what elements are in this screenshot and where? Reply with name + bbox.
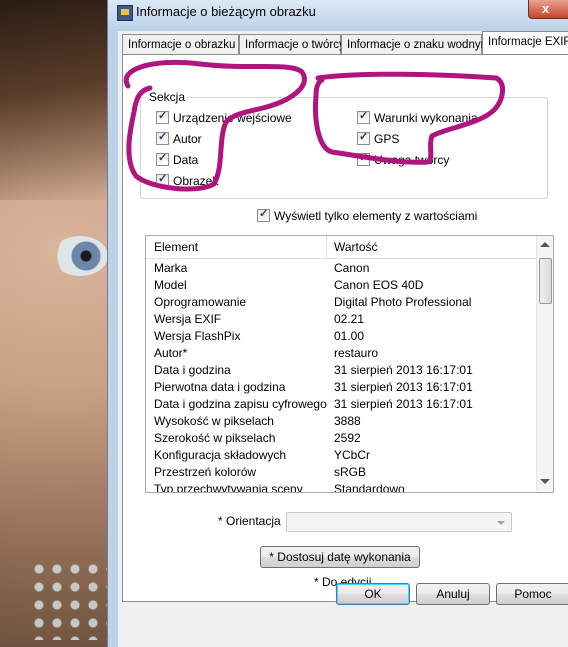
- row-value: 31 sierpień 2013 16:17:01: [334, 397, 473, 411]
- checkbox-image[interactable]: Obrazek: [156, 172, 219, 190]
- photo-eye: [52, 236, 108, 276]
- table-row[interactable]: Wysokość w pikselach 3888: [146, 413, 536, 430]
- table-row[interactable]: Szerokość w pikselach 2592: [146, 430, 536, 447]
- check-icon: [357, 130, 370, 145]
- table-row[interactable]: Data i godzina 31 sierpień 2013 16:17:01: [146, 362, 536, 379]
- dialog-window: Informacje o bieżącym obrazku x Informac…: [107, 0, 568, 647]
- exif-panel: Sekcja Urządzenie wejściowe Autor Data O…: [122, 54, 568, 602]
- table-row[interactable]: Model Canon EOS 40D: [146, 277, 536, 294]
- row-element: Marka: [154, 261, 188, 275]
- row-value: 2592: [334, 431, 361, 445]
- section-group: Sekcja Urządzenie wejściowe Autor Data O…: [140, 90, 548, 199]
- row-element: Szerokość w pikselach: [154, 431, 276, 445]
- tab-watermark-info[interactable]: Informacje o znaku wodnym: [341, 34, 490, 54]
- close-button[interactable]: x: [528, 0, 568, 19]
- checkbox-label: Data: [173, 153, 199, 167]
- checkbox-author[interactable]: Autor: [156, 130, 202, 148]
- check-icon: [257, 207, 270, 222]
- table-row[interactable]: Autor* restauro: [146, 345, 536, 362]
- row-element: Pierwotna data i godzina: [154, 380, 286, 394]
- exif-list[interactable]: Element Wartość Marka Canon Model Canon EOS…: [145, 235, 554, 493]
- table-row[interactable]: Wersja EXIF 02.21: [146, 311, 536, 328]
- row-element: Wersja FlashPix: [154, 329, 241, 343]
- table-row[interactable]: Marka Canon: [146, 260, 536, 277]
- checkbox-gps[interactable]: GPS: [357, 130, 400, 148]
- row-value: Standardowo: [334, 482, 405, 493]
- row-value: 02.21: [334, 312, 365, 326]
- photo-hair: [0, 0, 120, 200]
- dialog-client: Informacje o obrazku Informacje o twórcy…: [118, 31, 568, 647]
- row-element: Wysokość w pikselach: [154, 414, 274, 428]
- help-button[interactable]: Pomoc: [496, 583, 568, 605]
- close-icon: x: [542, 1, 550, 16]
- tab-image-info[interactable]: Informacje o obrazku: [122, 34, 239, 54]
- cancel-button[interactable]: Anuluj: [416, 583, 490, 605]
- orientation-select[interactable]: [286, 512, 512, 532]
- list-scrollbar[interactable]: [536, 236, 553, 491]
- ok-button[interactable]: OK: [336, 583, 410, 605]
- check-icon: [156, 109, 169, 124]
- row-value: 01.00: [334, 329, 365, 343]
- table-row[interactable]: Przestrzeń kolorów sRGB: [146, 464, 536, 481]
- table-row[interactable]: Data i godzina zapisu cyfrowego 31 sierpi…: [146, 396, 536, 413]
- scroll-up-icon[interactable]: [540, 242, 550, 247]
- row-element: Typ przechwytywania sceny: [154, 482, 303, 493]
- list-rows: Marka Canon Model Canon EOS 40D Oprogramowan…: [146, 260, 536, 493]
- row-value: sRGB: [334, 465, 367, 479]
- row-element: Data i godzina zapisu cyfrowego: [154, 397, 327, 411]
- row-value: restauro: [334, 346, 379, 360]
- app-icon: [117, 5, 133, 21]
- list-header: Element Wartość: [146, 236, 536, 259]
- checkbox-creator-note[interactable]: Uwaga twórcy: [357, 151, 450, 169]
- header-divider[interactable]: [326, 236, 327, 258]
- checkbox-only-values[interactable]: Wyświetl tylko elementy z wartościami: [257, 207, 478, 225]
- checkbox-shooting-conditions[interactable]: Warunki wykonania: [357, 109, 478, 127]
- orientation-label: * Orientacja: [218, 514, 281, 528]
- checkbox-label: Warunki wykonania: [374, 111, 478, 125]
- checkbox-label: Wyświetl tylko elementy z wartościami: [274, 209, 478, 223]
- row-element: Przestrzeń kolorów: [154, 465, 257, 479]
- window-title: Informacje o bieżącym obrazku: [136, 4, 316, 19]
- row-value: Digital Photo Professional: [334, 295, 472, 309]
- row-value: YCbCr: [334, 448, 371, 462]
- checkbox-label: GPS: [374, 132, 400, 146]
- row-value: 31 sierpień 2013 16:17:01: [334, 380, 473, 394]
- check-icon: [156, 172, 169, 187]
- table-row[interactable]: Pierwotna data i godzina 31 sierpień 2013…: [146, 379, 536, 396]
- scroll-thumb[interactable]: [539, 258, 552, 304]
- tab-author-info[interactable]: Informacje o twórcy: [239, 34, 345, 54]
- chevron-down-icon: [497, 521, 505, 525]
- checkbox-label: Urządzenie wejściowe: [173, 111, 292, 125]
- row-value: Canon: [334, 261, 370, 275]
- row-element: Oprogramowanie: [154, 295, 247, 309]
- checkbox-input-device[interactable]: Urządzenie wejściowe: [156, 109, 292, 127]
- row-value: Canon EOS 40D: [334, 278, 424, 292]
- checkbox-date[interactable]: Data: [156, 151, 199, 169]
- table-row[interactable]: Typ przechwytywania sceny Standardowo: [146, 481, 536, 493]
- row-value: 31 sierpień 2013 16:17:01: [334, 363, 473, 377]
- check-icon: [156, 151, 169, 166]
- title-bar[interactable]: Informacje o bieżącym obrazku x: [108, 0, 568, 26]
- checkbox-label: Obrazek: [173, 174, 219, 188]
- check-icon: [357, 151, 370, 166]
- adjust-date-button[interactable]: * Dostosuj datę wykonania: [260, 546, 420, 568]
- row-value: 3888: [334, 414, 361, 428]
- scroll-down-icon[interactable]: [540, 479, 550, 484]
- checkbox-label: Autor: [173, 132, 202, 146]
- table-row[interactable]: Konfiguracja składowych YCbCr: [146, 447, 536, 464]
- row-element: Autor*: [154, 346, 188, 360]
- row-element: Wersja EXIF: [154, 312, 222, 326]
- checkbox-label: Uwaga twórcy: [374, 153, 450, 167]
- section-legend: Sekcja: [147, 90, 188, 104]
- check-icon: [156, 130, 169, 145]
- row-element: Konfiguracja składowych: [154, 448, 287, 462]
- table-row[interactable]: Wersja FlashPix 01.00: [146, 328, 536, 345]
- column-header-element[interactable]: Element: [154, 240, 198, 254]
- table-row[interactable]: Oprogramowanie Digital Photo Professional: [146, 294, 536, 311]
- tab-exif-info[interactable]: Informacje EXIF: [482, 31, 568, 54]
- check-icon: [357, 109, 370, 124]
- row-element: Data i godzina: [154, 363, 231, 377]
- column-header-value[interactable]: Wartość: [334, 240, 378, 254]
- row-element: Model: [154, 278, 187, 292]
